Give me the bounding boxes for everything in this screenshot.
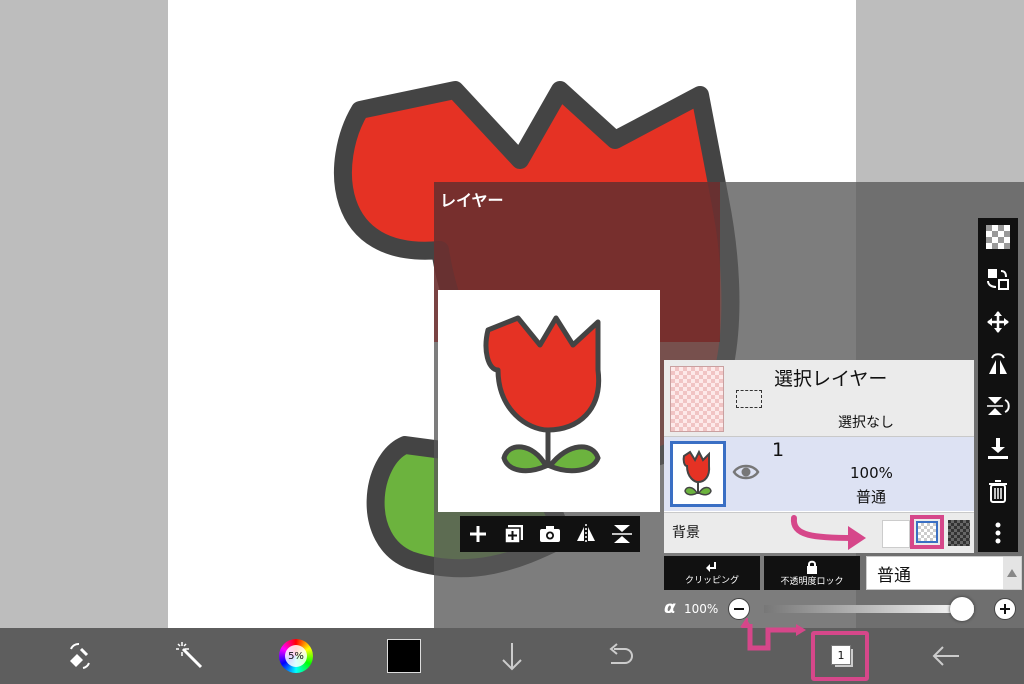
panel-title: レイヤー — [440, 191, 504, 210]
lock-icon — [807, 560, 817, 574]
opacity-minus-button[interactable] — [728, 598, 750, 620]
minus-icon — [734, 608, 744, 610]
flip-vertical-icon[interactable] — [608, 520, 636, 548]
selection-status: 選択なし — [838, 415, 894, 431]
alpha-symbol: α — [664, 598, 676, 618]
add-copy-layer-icon[interactable] — [500, 520, 528, 548]
layer-panel: レイヤー 選択レイヤー 選択なし 1 100% 普通 背景 クリッピング 不透明… — [434, 182, 1024, 632]
selection-layer-name: 選択レイヤー — [774, 368, 888, 390]
camera-icon[interactable] — [536, 520, 564, 548]
preview-tulip — [483, 315, 602, 474]
undo-icon[interactable] — [602, 628, 638, 684]
selection-thumbnail — [670, 366, 724, 432]
layers-icon: 1 — [811, 631, 869, 681]
flip-vertical-icon[interactable] — [983, 391, 1013, 421]
opacity-slider-thumb[interactable] — [950, 597, 974, 621]
layer-preview — [438, 290, 660, 512]
arrow-down-icon[interactable] — [496, 628, 528, 684]
alpha-lock-button[interactable]: 不透明度ロック — [764, 556, 860, 590]
opacity-plus-button[interactable] — [994, 598, 1016, 620]
bg-dark-option[interactable] — [948, 520, 970, 546]
annotation-arrow — [790, 515, 866, 550]
chevron-up-icon — [1003, 557, 1021, 589]
brush-size: 5% — [285, 645, 307, 667]
blend-mode-select[interactable]: 普通 — [866, 556, 1022, 590]
layer-1-thumbnail — [670, 441, 726, 507]
opacity-value: 100% — [684, 602, 719, 616]
flip-horizontal-icon[interactable] — [983, 349, 1013, 379]
more-icon[interactable] — [983, 518, 1013, 548]
transform-icon[interactable] — [60, 628, 100, 684]
layer-toolbar — [978, 218, 1018, 552]
clipping-button[interactable]: クリッピング — [664, 556, 760, 590]
annotation-arrow-bottom — [747, 624, 806, 651]
blend-mode-value: 普通 — [877, 565, 911, 586]
layer-1-opacity: 100% — [850, 464, 893, 482]
merge-down-icon[interactable] — [983, 433, 1013, 463]
layer-row-1[interactable]: 1 100% 普通 — [664, 437, 974, 511]
back-arrow-icon[interactable] — [928, 628, 964, 684]
flip-horizontal-icon[interactable] — [572, 520, 600, 548]
bottom-toolbar: 5% 1 — [0, 624, 1024, 684]
preview-toolbar — [460, 516, 640, 552]
layer-count: 1 — [831, 645, 851, 665]
layer-1-blend: 普通 — [856, 488, 887, 506]
magic-wand-icon[interactable] — [170, 628, 210, 684]
alpha-lock-label: 不透明度ロック — [780, 576, 844, 587]
layers-button[interactable]: 1 — [808, 628, 872, 684]
background-label: 背景 — [672, 525, 700, 541]
current-color — [387, 639, 421, 673]
transparency-swatch-icon — [916, 521, 938, 543]
swap-icon[interactable] — [983, 264, 1013, 294]
layer-row-selection[interactable]: 選択レイヤー 選択なし — [664, 360, 974, 437]
transparency-icon[interactable] — [983, 222, 1013, 252]
clip-icon — [706, 561, 716, 572]
selection-marquee-icon — [736, 390, 762, 408]
layer-1-number: 1 — [772, 439, 785, 461]
opacity-slider[interactable] — [764, 597, 974, 621]
plus-icon — [1000, 604, 1010, 614]
color-swatch-icon[interactable] — [386, 628, 422, 684]
color-wheel-icon[interactable]: 5% — [276, 628, 316, 684]
trash-icon[interactable] — [983, 476, 1013, 506]
eye-icon[interactable] — [732, 461, 760, 487]
layer-1-thumb-tulip — [682, 449, 712, 496]
clipping-label: クリッピング — [684, 575, 739, 586]
add-layer-icon[interactable] — [464, 520, 492, 548]
move-icon[interactable] — [983, 307, 1013, 337]
bg-transparent-option[interactable] — [910, 515, 944, 549]
